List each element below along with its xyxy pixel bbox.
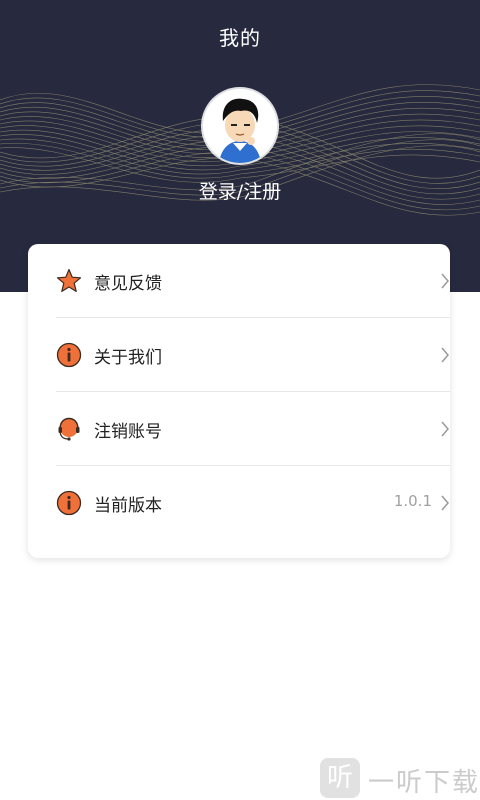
menu-item-label: 注销账号 <box>94 422 162 442</box>
info-icon <box>56 342 82 368</box>
version-value: 1.0.1 <box>393 492 432 510</box>
watermark: 听 一听下载 <box>320 758 480 800</box>
menu-item-feedback[interactable]: 意见反馈 <box>56 244 450 317</box>
chevron-right-icon <box>441 421 449 437</box>
menu-item-version[interactable]: 当前版本 1.0.1 <box>56 466 450 539</box>
page-title: 我的 <box>219 26 261 50</box>
menu-item-label: 当前版本 <box>94 496 162 516</box>
watermark-badge: 听 <box>320 758 360 798</box>
login-register-link[interactable]: 登录/注册 <box>0 177 480 204</box>
avatar-illustration <box>203 89 277 163</box>
menu-item-label: 关于我们 <box>94 348 162 368</box>
star-icon <box>56 268 82 292</box>
chevron-right-icon <box>441 273 449 289</box>
menu-item-label: 意见反馈 <box>94 274 162 294</box>
watermark-text: 一听下载 <box>368 768 480 798</box>
avatar[interactable] <box>203 89 277 163</box>
info-icon <box>56 490 82 516</box>
menu-card: 意见反馈 关于我们 注销账号 当前版本 1.0.1 <box>28 244 450 558</box>
menu-item-delete-account[interactable]: 注销账号 <box>56 392 450 465</box>
chevron-right-icon <box>441 495 449 511</box>
headset-icon <box>58 417 80 441</box>
chevron-right-icon <box>441 347 449 363</box>
menu-item-about[interactable]: 关于我们 <box>56 318 450 391</box>
